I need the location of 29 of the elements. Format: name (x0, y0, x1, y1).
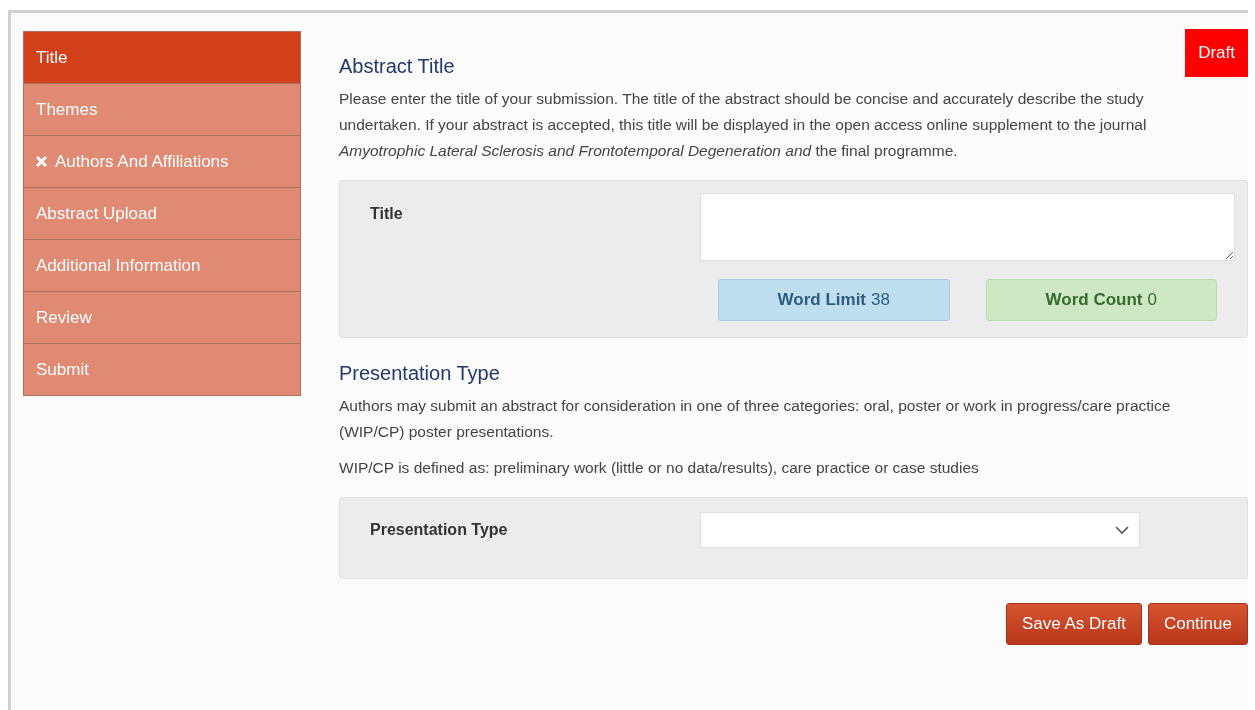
sidebar-item[interactable]: Themes (24, 83, 300, 135)
word-count-indicator: Word Count 0 (985, 279, 1217, 321)
sidebar-item[interactable]: Authors And Affiliations (24, 135, 300, 187)
sidebar-item-label: Abstract Upload (36, 203, 157, 224)
sidebar-item-label: Title (36, 47, 68, 68)
section-heading: Abstract Title (339, 55, 456, 78)
sidebar-item[interactable]: Review (24, 291, 300, 343)
sidebar-item-label: Additional Information (36, 255, 201, 276)
description-text: WIP/CP is defined as: preliminary work (little or no data/results), care practice or case studies (339, 458, 980, 478)
chevron-down-icon (1115, 525, 1129, 535)
sidebar-item-label: Authors And Affiliations (55, 151, 229, 172)
sidebar-item[interactable]: Additional Information (24, 239, 300, 291)
field-label: Presentation Type (370, 521, 509, 539)
description-text: Please enter the title of your submission. The title of the abstract should be concise and accurately describe the study undertaken. If your abstract is accepted, this title will be displayed in the open access online supplement to the journal Amyotrophic Lateral Sclerosis and Frontotemporal Degeneration and the final programme. (339, 89, 1148, 161)
word-limit-indicator: Word Limit 38 (718, 279, 950, 321)
presentation-type-dropdown[interactable] (700, 512, 1140, 548)
continue-button[interactable]: Continue (1147, 603, 1248, 645)
sidebar-item-label: Themes (36, 99, 98, 120)
sidebar-item-label: Review (36, 307, 92, 328)
title-input-field[interactable] (700, 193, 1235, 261)
draft-badge: Draft (1185, 29, 1248, 77)
sidebar-item-label: Submit (36, 359, 89, 380)
section-heading: Presentation Type (339, 362, 501, 385)
sidebar-item[interactable]: Submit (24, 343, 300, 395)
description-text: Authors may submit an abstract for consideration in one of three categories: oral, poster or work in progress/care practice (WIP/CP) poster presentations. (339, 396, 1172, 442)
sidebar-item[interactable]: Abstract Upload (24, 187, 300, 239)
sidebar-item[interactable]: Title (24, 32, 300, 83)
field-label: Title (370, 204, 404, 224)
save-draft-button[interactable]: Save As Draft (1006, 603, 1142, 645)
